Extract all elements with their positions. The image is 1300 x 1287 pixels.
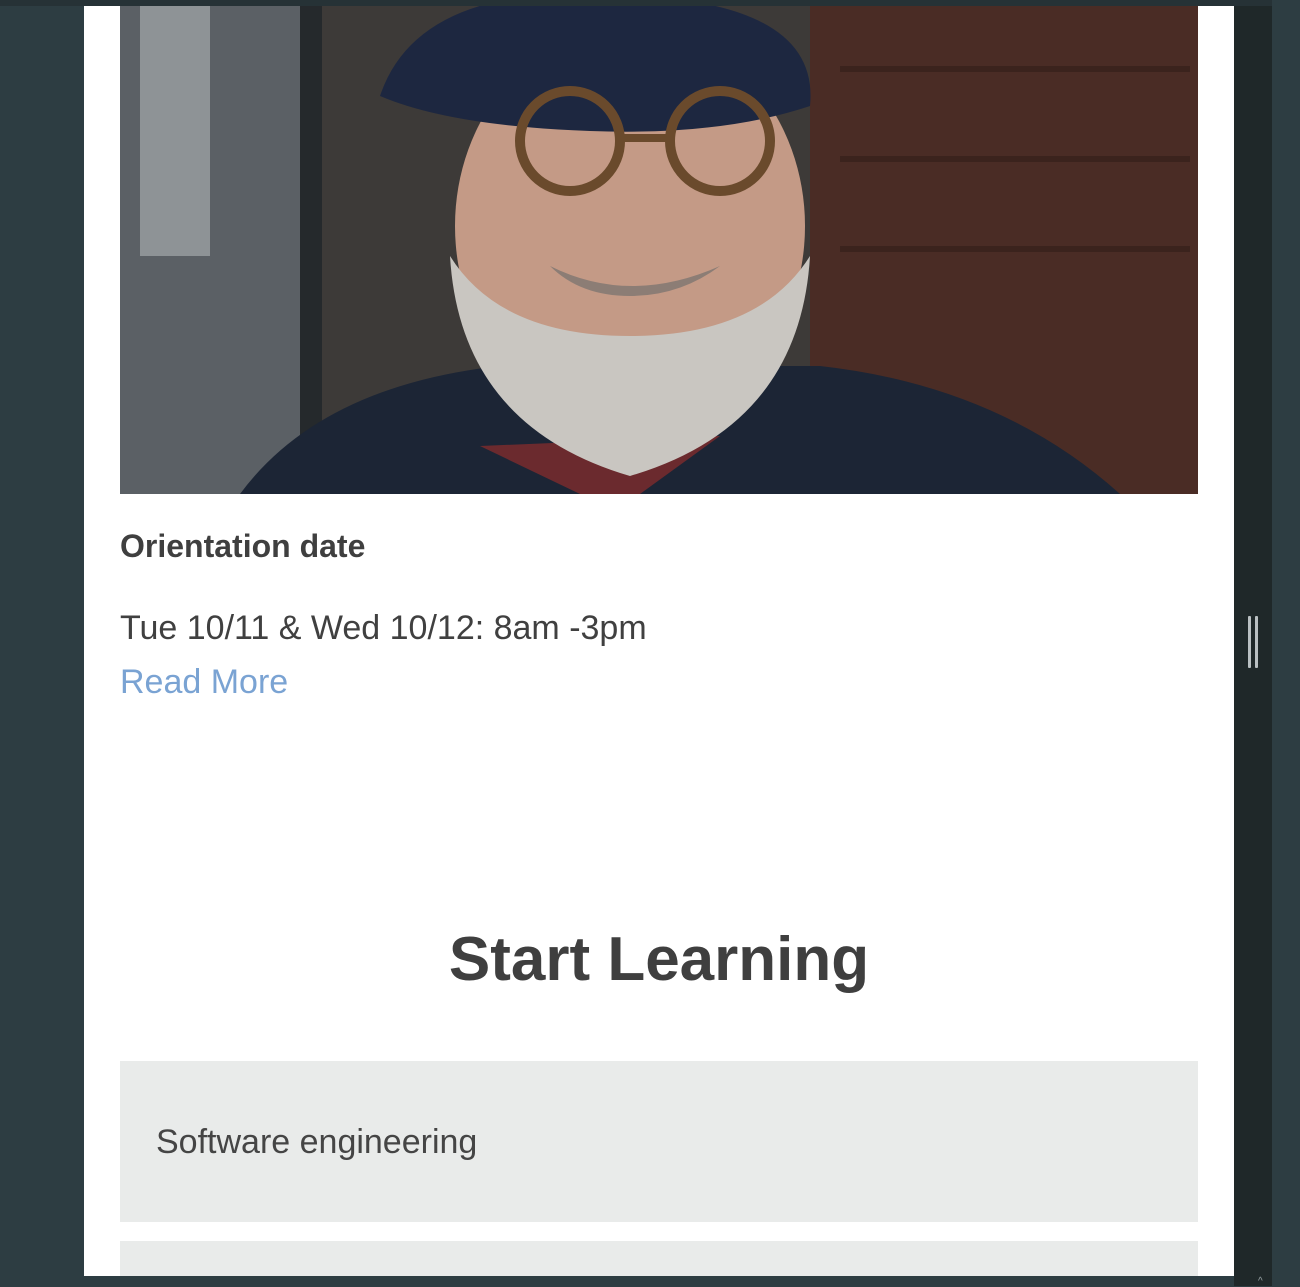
section-title: Start Learning [448, 925, 870, 994]
read-more-link[interactable]: Read More [120, 663, 288, 702]
course-item[interactable] [120, 1241, 1198, 1276]
backdrop-edge [1272, 0, 1300, 1286]
orientation-heading: Orientation date [120, 528, 366, 564]
portrait-illustration [120, 6, 1198, 494]
resize-corner-icon[interactable]: ^ [1258, 1276, 1263, 1287]
resize-handle[interactable] [1246, 616, 1260, 668]
orientation-dates: Tue 10/11 & Wed 10/12: 8am -3pm [120, 609, 647, 647]
content-panel: Orientation date Tue 10/11 & Wed 10/12: … [84, 6, 1234, 1276]
course-label: Software engineering [156, 1123, 478, 1161]
article-photo [120, 6, 1198, 494]
course-item-software-engineering[interactable]: Software engineering [120, 1061, 1198, 1222]
